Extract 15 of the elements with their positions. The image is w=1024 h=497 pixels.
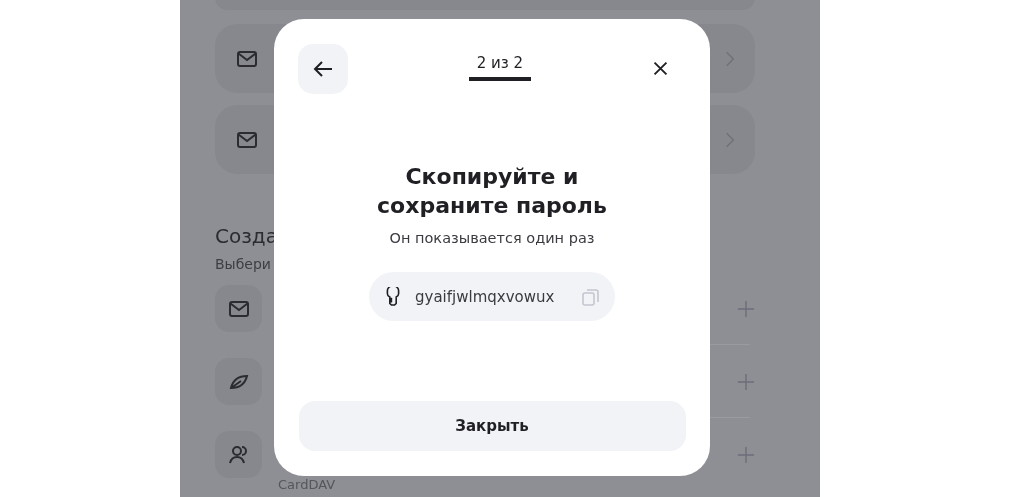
plus-icon[interactable] bbox=[737, 372, 755, 391]
close-button[interactable]: Закрыть bbox=[298, 401, 686, 451]
plus-icon[interactable] bbox=[737, 445, 755, 464]
close-icon[interactable] bbox=[652, 60, 669, 77]
back-button[interactable] bbox=[298, 44, 348, 94]
copy-icon[interactable] bbox=[581, 286, 601, 307]
dialog-subtitle: Он показывается один раз bbox=[389, 230, 595, 246]
plus-icon[interactable] bbox=[737, 299, 755, 318]
password-text: gyaifjwlmqxvowux bbox=[415, 287, 556, 306]
step-indicator: 2 из 2 bbox=[468, 44, 532, 81]
row-subtitle: CardDAV bbox=[278, 477, 336, 492]
key-icon bbox=[385, 286, 401, 307]
section-subtitle: Выбери bbox=[215, 256, 271, 272]
password-field[interactable]: gyaifjwlmqxvowux bbox=[369, 272, 615, 321]
dialog-title: Скопируйте и сохраните пароль bbox=[376, 163, 608, 220]
